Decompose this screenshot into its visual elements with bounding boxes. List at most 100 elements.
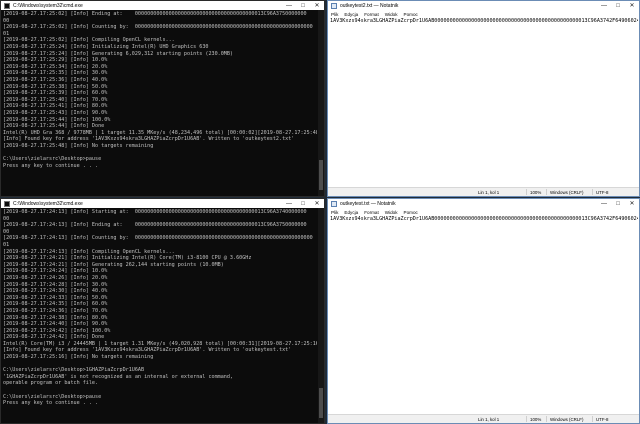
text-line: [2019-08-27.17:25:36] [Info] 40.0% — [3, 76, 108, 83]
text-line: 00 — [3, 228, 10, 235]
menu-bar: Plik Edycja Format Widok Pomoc — [328, 10, 639, 18]
text-line: Intel(R) Core(TM) i3 / 24445MB | 1 targe… — [3, 340, 317, 347]
text-line: 0249A43B60D115143C35CB94548630F82A95E47C… — [630, 216, 638, 222]
line-ending: Windows (CRLF) — [550, 190, 584, 195]
window-title: C:\Windows\system32\cmd.exe — [13, 2, 83, 9]
text-line: [2019-08-27.17:24:36] [Info] 70.0% — [3, 307, 108, 314]
text-line: [2019-08-27.17:24:13] [Info] Counting by… — [3, 235, 313, 242]
console-output[interactable]: [2019-08-27.17:25:02] [Info] Ending at: … — [3, 11, 317, 195]
menu-view[interactable]: Widok — [382, 210, 401, 215]
menu-edit[interactable]: Edycja — [341, 210, 361, 215]
minimize-button[interactable]: — — [597, 1, 611, 10]
window-title: outkeytest.txt — Notatnik — [340, 200, 396, 207]
text-line: [2019-08-27.17:24:26] [Info] 20.0% — [3, 274, 108, 281]
cmd-window-bottom[interactable]: C:\Windows\system32\cmd.exe — □ ✕ [2019-… — [0, 198, 325, 424]
text-line: 1AV3Kxzs94skra3LGHAZPiaZcrpDr1U6AB — [330, 216, 435, 222]
text-line: 0000000000000000000000000000000000000000… — [434, 18, 631, 24]
cmd-window-top[interactable]: C:\Windows\system32\cmd.exe — □ ✕ [2019-… — [0, 0, 325, 197]
notepad-app-icon — [331, 2, 337, 9]
text-line: [2019-08-27.17:25:29] [Info] 10.0% — [3, 57, 108, 64]
notepad-window-bottom[interactable]: outkeytest.txt — Notatnik — □ ✕ Plik Edy… — [327, 198, 640, 424]
text-line: [2019-08-27.17:24:42] [Info] 100.0% — [3, 327, 111, 334]
notepad-app-icon — [331, 200, 337, 207]
menu-file[interactable]: Plik — [328, 12, 341, 17]
text-line: [2019-08-27.17:25:48] [Info] No targets … — [3, 142, 154, 149]
cursor-position: Lin 1, kol 1 — [478, 417, 500, 422]
text-editor[interactable]: 1AV3Kxzs94skra3LGHAZPiaZcrpDr1U6AB000000… — [329, 216, 638, 413]
close-button[interactable]: ✕ — [310, 199, 324, 208]
menu-help[interactable]: Pomoc — [401, 210, 421, 215]
menu-edit[interactable]: Edycja — [341, 12, 361, 17]
menu-file[interactable]: Plik — [328, 210, 341, 215]
vertical-scrollbar[interactable] — [318, 10, 324, 196]
text-editor[interactable]: 1AV3Kxzs94skra3LGHAZPiaZcrpDr1U6AB000000… — [329, 18, 638, 186]
console-output[interactable]: [2019-08-27.17:24:13] [Info] Starting at… — [3, 209, 317, 422]
vertical-scrollbar[interactable] — [318, 208, 324, 423]
notepad-titlebar-top[interactable]: outkeytest2.txt — Notatnik — □ ✕ — [328, 1, 639, 10]
maximize-button[interactable]: □ — [296, 1, 310, 10]
text-line: [2019-08-27.17:25:02] [Info] Counting by… — [3, 24, 313, 31]
minimize-button[interactable]: — — [282, 199, 296, 208]
text-line: C:\Users\zielarsrc\Desktop>1GHAZPiaZcrpD… — [3, 367, 145, 374]
text-line: [2019-08-27.17:24:21] [Info] Generating … — [3, 261, 224, 268]
zoom-level: 100% — [530, 417, 542, 422]
text-line: [2019-08-27.17:25:44] [Info] Done — [3, 123, 105, 130]
cursor-position: Lin 1, kol 1 — [478, 190, 500, 195]
text-line: '1GHAZPiaZcrpDr1U6AB' is not recognized … — [3, 373, 234, 380]
encoding: UTF-8 — [596, 190, 609, 195]
menu-format[interactable]: Format — [361, 12, 382, 17]
text-line: 0000000000000000000000000000000000000000… — [434, 216, 631, 222]
text-line: C:\Users\zielarsrc\Desktop>pause — [3, 393, 102, 400]
text-line: operable program or batch file. — [3, 380, 99, 387]
scrollbar-thumb[interactable] — [319, 388, 323, 418]
text-line: [2019-08-27.17:25:02] [Info] Compiling O… — [3, 37, 175, 44]
status-bar: Lin 1, kol 1 100% Windows (CRLF) UTF-8 — [328, 414, 639, 423]
window-title: outkeytest2.txt — Notatnik — [340, 2, 399, 9]
menu-view[interactable]: Widok — [382, 12, 401, 17]
text-line: [2019-08-27.17:25:38] [Info] 50.0% — [3, 83, 108, 90]
menu-format[interactable]: Format — [361, 210, 382, 215]
text-line: [2019-08-27.17:24:28] [Info] 30.0% — [3, 281, 108, 288]
notepad-window-top[interactable]: outkeytest2.txt — Notatnik — □ ✕ Plik Ed… — [327, 0, 640, 197]
minimize-button[interactable]: — — [282, 1, 296, 10]
encoding: UTF-8 — [596, 417, 609, 422]
text-line: [Info] Found key for address '1AV3Kxzs94… — [3, 136, 295, 143]
text-line: [2019-08-27.17:25:40] [Info] 70.0% — [3, 96, 108, 103]
menu-help[interactable]: Pomoc — [401, 12, 421, 17]
text-line: [2019-08-27.17:25:39] [Info] 60.0% — [3, 90, 108, 97]
text-line: [2019-08-27.17:24:38] [Info] 80.0% — [3, 314, 108, 321]
text-line: [Info] Found key for address '1AV3Kxzs94… — [3, 347, 292, 354]
text-line: 01 — [3, 241, 10, 248]
maximize-button[interactable]: □ — [611, 199, 625, 208]
scrollbar-thumb[interactable] — [319, 160, 323, 190]
zoom-level: 100% — [530, 190, 542, 195]
close-button[interactable]: ✕ — [625, 1, 639, 10]
cmd-titlebar-top[interactable]: C:\Windows\system32\cmd.exe — □ ✕ — [1, 1, 324, 10]
window-title: C:\Windows\system32\cmd.exe — [13, 200, 83, 207]
text-line: [2019-08-27.17:24:35] [Info] 60.0% — [3, 301, 108, 308]
text-line: [2019-08-27.17:25:24] [Info] Generating … — [3, 50, 234, 57]
text-line: 1AV3Kxzs94skra3LGHAZPiaZcrpDr1U6AB — [330, 18, 435, 24]
text-line: [2019-08-27.17:25:43] [Info] 90.0% — [3, 109, 108, 116]
notepad-titlebar-bottom[interactable]: outkeytest.txt — Notatnik — □ ✕ — [328, 199, 639, 208]
text-line: [2019-08-27.17:25:35] [Info] 30.0% — [3, 70, 108, 77]
text-line: [2019-08-27.17:24:42] [Info] Done — [3, 334, 105, 341]
status-bar: Lin 1, kol 1 100% Windows (CRLF) UTF-8 — [328, 187, 639, 196]
close-button[interactable]: ✕ — [310, 1, 324, 10]
text-line: [2019-08-27.17:25:44] [Info] 100.0% — [3, 116, 111, 123]
minimize-button[interactable]: — — [597, 199, 611, 208]
text-line: [2019-08-27.17:24:13] [Info] Ending at: … — [3, 222, 307, 229]
text-line — [3, 361, 317, 368]
cmd-app-icon — [4, 200, 10, 207]
maximize-button[interactable]: □ — [296, 199, 310, 208]
text-line: [2019-08-27.17:24:21] [Info] Initializin… — [3, 255, 252, 262]
maximize-button[interactable]: □ — [611, 1, 625, 10]
cmd-titlebar-bottom[interactable]: C:\Windows\system32\cmd.exe — □ ✕ — [1, 199, 324, 208]
text-line: 01 — [3, 30, 10, 37]
text-line: [2019-08-27.17:24:40] [Info] 90.0% — [3, 321, 108, 328]
text-line: [2019-08-27.17:25:02] [Info] Ending at: … — [3, 11, 307, 17]
text-line: Press any key to continue . . . — [3, 400, 99, 407]
close-button[interactable]: ✕ — [625, 199, 639, 208]
text-line: [2019-08-27.17:24:33] [Info] 50.0% — [3, 294, 108, 301]
menu-bar: Plik Edycja Format Widok Pomoc — [328, 208, 639, 216]
